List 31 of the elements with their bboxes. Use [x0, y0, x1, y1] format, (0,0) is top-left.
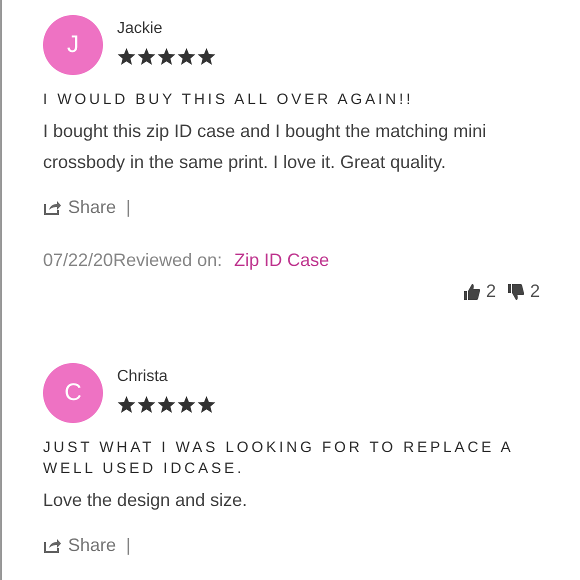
reviewed-on-label: Reviewed on: [113, 249, 222, 272]
separator: | [126, 196, 131, 219]
thumbs-up-icon [464, 284, 480, 300]
star-icon [157, 396, 176, 414]
star-icon [137, 396, 156, 414]
review-text: I bought this zip ID case and I bought the matching mini crossbody in the same print. I love it. Great quality. [43, 120, 488, 174]
star-icon [157, 48, 176, 66]
star-icon [197, 48, 216, 66]
product-link[interactable]: Zip ID Case [234, 247, 330, 274]
review-title: JUST WHAT I WAS LOOKING FOR TO REPLACE A WELL USED IDCASE. [43, 438, 513, 479]
thumbs-down-button[interactable]: 2 [508, 278, 540, 305]
share-button[interactable]: Share [43, 194, 116, 221]
star-icon [117, 396, 136, 414]
thumbs-up-button[interactable]: 2 [464, 278, 496, 305]
star-icon [177, 48, 196, 66]
share-icon [43, 200, 61, 215]
reviewer-name: Jackie [117, 19, 164, 39]
review-date: 07/22/20 [43, 249, 114, 272]
star-icon [137, 48, 156, 66]
review-title: I WOULD BUY THIS ALL OVER AGAIN!! [43, 90, 414, 110]
star-icon [177, 396, 196, 414]
separator: | [126, 534, 131, 557]
share-button[interactable]: Share [43, 532, 116, 559]
avatar: C [43, 363, 103, 423]
review-text: Love the design and size. [43, 489, 248, 512]
star-icon [197, 396, 216, 414]
reviewer-name: Christa [117, 367, 169, 387]
star-icon [117, 48, 136, 66]
avatar: J [43, 15, 103, 75]
thumbs-down-icon [508, 284, 524, 300]
share-icon [43, 538, 61, 553]
